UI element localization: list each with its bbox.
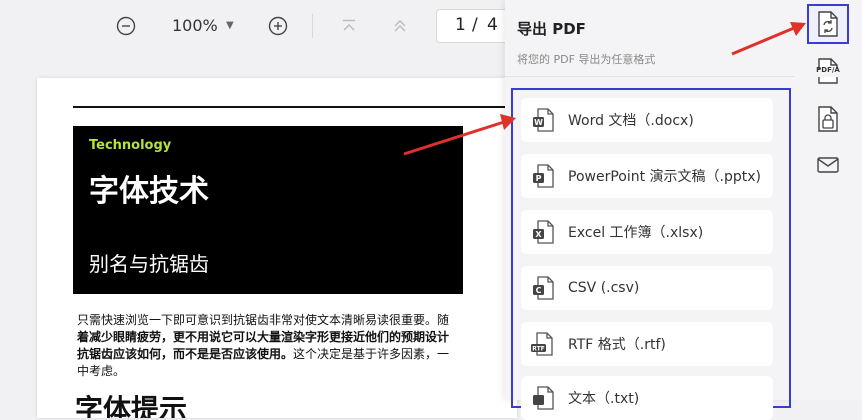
panel-title: 导出 PDF bbox=[517, 20, 586, 38]
export-option-csv[interactable]: C CSV (.csv) bbox=[521, 266, 773, 310]
export-convert-icon[interactable] bbox=[815, 11, 841, 37]
excel-icon: X bbox=[531, 220, 555, 244]
first-page-icon[interactable] bbox=[337, 14, 361, 38]
panel-divider bbox=[505, 76, 795, 77]
toolbar-divider bbox=[312, 14, 313, 38]
mail-icon[interactable] bbox=[815, 152, 841, 178]
export-option-word[interactable]: W Word 文档（.docx) bbox=[521, 98, 773, 142]
export-option-text[interactable]: 文本（.txt) bbox=[521, 376, 773, 420]
text-file-icon bbox=[531, 386, 555, 410]
current-page[interactable]: 1 bbox=[455, 15, 466, 35]
svg-text:RTF: RTF bbox=[532, 346, 545, 353]
pdfa-icon[interactable]: PDF/A bbox=[815, 58, 841, 84]
csv-icon: C bbox=[531, 276, 555, 300]
option-label: Word 文档（.docx) bbox=[568, 113, 694, 129]
svg-text:X: X bbox=[535, 230, 542, 239]
option-label: RTF 格式（.rtf) bbox=[568, 337, 666, 353]
hero-subtitle: 别名与抗锯齿 bbox=[89, 252, 209, 276]
option-label: Excel 工作簿（.xlsx) bbox=[568, 225, 704, 241]
hero-title: 字体技术 bbox=[89, 174, 209, 209]
page-separator: / bbox=[472, 15, 478, 35]
zoom-out-icon[interactable] bbox=[114, 14, 138, 38]
total-pages: 4 bbox=[487, 15, 498, 35]
svg-text:C: C bbox=[536, 286, 542, 295]
powerpoint-icon: P bbox=[531, 164, 555, 188]
section-heading: 字体提示 bbox=[75, 393, 188, 418]
export-panel: 导出 PDF 将您的 PDF 导出为任意格式 W Word 文档（.docx) … bbox=[505, 0, 795, 420]
option-label: PowerPoint 演示文稿（.pptx) bbox=[568, 169, 761, 185]
paragraph-text: 这个决定是基于许多因素，一 bbox=[293, 347, 450, 361]
zoom-dropdown-icon[interactable]: ▼ bbox=[226, 20, 234, 31]
svg-text:P: P bbox=[536, 174, 542, 183]
paragraph-line: 抗锯齿应该如何，而不是是否应该使用。这个决定是基于许多因素，一 bbox=[77, 346, 517, 363]
page-rule bbox=[73, 106, 517, 108]
hero-tag: Technology bbox=[89, 138, 172, 153]
zoom-level[interactable]: 100% bbox=[172, 16, 218, 35]
svg-text:W: W bbox=[534, 118, 543, 127]
word-icon: W bbox=[531, 108, 555, 132]
export-option-rtf[interactable]: RTF RTF 格式（.rtf) bbox=[521, 322, 773, 366]
paragraph-line: 只需快速浏览一下即可意识到抗锯齿非常对使文本清晰易读很重要。随 bbox=[77, 313, 450, 327]
export-option-excel[interactable]: X Excel 工作簿（.xlsx) bbox=[521, 210, 773, 254]
viewer-toolbar: 100% ▼ 1 / 4 bbox=[0, 0, 518, 52]
hero-banner: Technology 字体技术 别名与抗锯齿 bbox=[73, 126, 463, 294]
previous-page-icon[interactable] bbox=[388, 14, 412, 38]
option-label: 文本（.txt) bbox=[568, 391, 640, 407]
paragraph-line: 着减少眼睛疲劳，更不用说它可以大量渲染字形更接近他们的预期设计 bbox=[77, 330, 450, 344]
option-label: CSV (.csv) bbox=[568, 280, 640, 296]
body-paragraph: 只需快速浏览一下即可意识到抗锯齿非常对使文本清晰易读很重要。随 着减少眼睛疲劳，… bbox=[77, 312, 517, 380]
pdfa-label: PDF/A bbox=[816, 66, 840, 74]
zoom-in-icon[interactable] bbox=[266, 14, 290, 38]
export-option-powerpoint[interactable]: P PowerPoint 演示文稿（.pptx) bbox=[521, 154, 773, 198]
panel-subtitle: 将您的 PDF 导出为任意格式 bbox=[517, 53, 656, 66]
lock-file-icon[interactable] bbox=[815, 106, 841, 132]
paragraph-bold-text: 抗锯齿应该如何，而不是是否应该使用。 bbox=[77, 347, 294, 361]
document-page: Technology 字体技术 别名与抗锯齿 只需快速浏览一下即可意识到抗锯齿非… bbox=[37, 78, 517, 418]
rtf-icon: RTF bbox=[531, 332, 555, 356]
paragraph-line: 中考虑。 bbox=[77, 364, 126, 378]
